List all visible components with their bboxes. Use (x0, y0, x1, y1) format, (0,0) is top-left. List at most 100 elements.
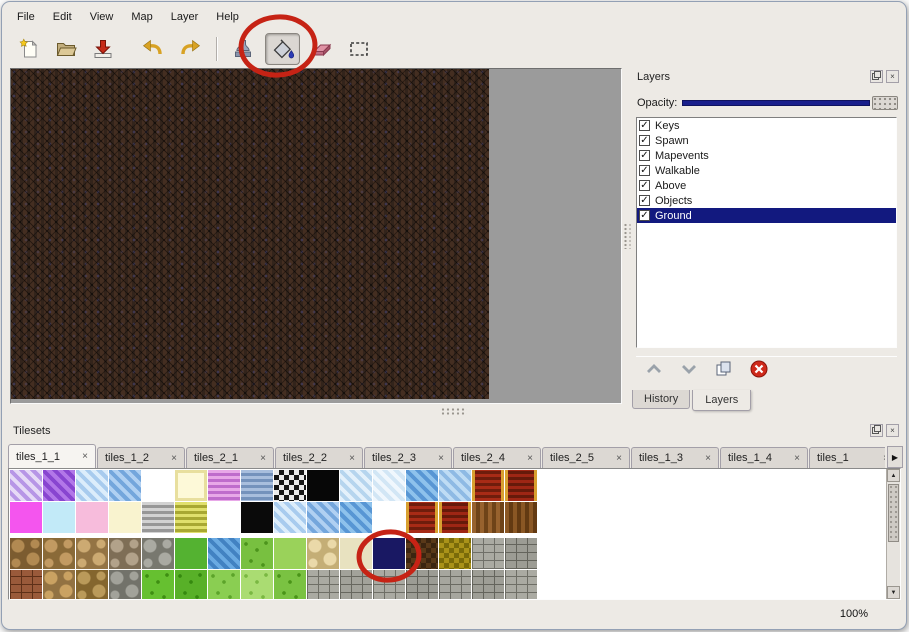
tileset-tab-tiles_2_2[interactable]: tiles_2_2× (275, 447, 363, 468)
tile[interactable] (175, 570, 207, 600)
layer-visibility-checkbox[interactable]: ✓ (639, 165, 650, 176)
tile[interactable] (142, 470, 174, 501)
tab-scroll-right-button[interactable]: ▶ (887, 446, 903, 468)
tileset-vertical-scrollbar[interactable]: ▲ ▼ (886, 469, 900, 599)
menu-item-view[interactable]: View (81, 9, 123, 27)
stamp-tool-button[interactable] (228, 34, 258, 64)
tile[interactable] (76, 502, 108, 533)
layer-row-mapevents[interactable]: ✓Mapevents (637, 148, 896, 163)
delete-layer-button[interactable] (747, 360, 771, 382)
tile[interactable] (142, 570, 174, 600)
tile[interactable] (274, 470, 306, 501)
tile[interactable] (472, 502, 504, 533)
tile[interactable] (505, 538, 537, 569)
move-layer-up-button[interactable] (642, 360, 666, 382)
tile[interactable] (10, 570, 42, 600)
tile[interactable] (10, 538, 42, 569)
tile[interactable] (472, 538, 504, 569)
tile[interactable] (109, 470, 141, 501)
duplicate-layer-button[interactable] (712, 360, 736, 382)
tile[interactable] (373, 502, 405, 533)
tile[interactable] (43, 538, 75, 569)
tile[interactable] (109, 570, 141, 600)
tab-close-icon[interactable]: × (883, 453, 885, 464)
layer-visibility-checkbox[interactable]: ✓ (639, 195, 650, 206)
menu-item-file[interactable]: File (8, 9, 44, 27)
tile[interactable] (307, 538, 339, 569)
tile[interactable] (241, 538, 273, 569)
tile[interactable] (208, 502, 240, 533)
select-tool-button[interactable] (344, 34, 374, 64)
panel-float-button[interactable] (870, 70, 883, 83)
tile[interactable] (142, 502, 174, 533)
tileset-tab-tiles_1[interactable]: tiles_1× (809, 447, 885, 468)
tile[interactable] (340, 570, 372, 600)
tile[interactable] (307, 470, 339, 501)
tile[interactable] (373, 570, 405, 600)
save-file-button[interactable] (88, 34, 118, 64)
layer-visibility-checkbox[interactable]: ✓ (639, 150, 650, 161)
tab-close-icon[interactable]: × (438, 453, 444, 464)
layers-list[interactable]: ✓Keys✓Spawn✓Mapevents✓Walkable✓Above✓Obj… (636, 117, 897, 348)
tile[interactable] (76, 538, 108, 569)
new-file-button[interactable] (14, 34, 44, 64)
tile[interactable] (340, 502, 372, 533)
tile[interactable] (175, 502, 207, 533)
vertical-splitter[interactable] (623, 68, 630, 404)
tile[interactable] (43, 502, 75, 533)
scroll-up-button[interactable]: ▲ (887, 469, 900, 482)
tileset-tab-tiles_2_4[interactable]: tiles_2_4× (453, 447, 541, 468)
tile[interactable] (340, 470, 372, 501)
tileset-tab-tiles_1_1[interactable]: tiles_1_1× (8, 444, 96, 468)
tab-close-icon[interactable]: × (527, 453, 533, 464)
layer-row-keys[interactable]: ✓Keys (637, 118, 896, 133)
layer-row-objects[interactable]: ✓Objects (637, 193, 896, 208)
map-canvas[interactable] (11, 69, 489, 399)
tile[interactable] (274, 570, 306, 600)
tile[interactable] (307, 570, 339, 600)
menu-item-edit[interactable]: Edit (44, 9, 81, 27)
tile[interactable] (142, 538, 174, 569)
scroll-down-button[interactable]: ▼ (887, 586, 900, 599)
layer-visibility-checkbox[interactable]: ✓ (639, 180, 650, 191)
tab-close-icon[interactable]: × (705, 453, 711, 464)
tile[interactable] (373, 470, 405, 501)
panel-float-button[interactable] (870, 424, 883, 437)
tile[interactable] (340, 538, 372, 569)
panel-close-button[interactable]: × (886, 424, 899, 437)
tile[interactable] (109, 538, 141, 569)
panel-tab-history[interactable]: History (632, 390, 690, 409)
tile[interactable] (175, 470, 207, 501)
tile[interactable] (439, 570, 471, 600)
panel-close-button[interactable]: × (886, 70, 899, 83)
tile[interactable] (472, 470, 504, 501)
tile[interactable] (208, 538, 240, 569)
tile[interactable] (241, 502, 273, 533)
tile[interactable] (439, 538, 471, 569)
scrollbar-thumb[interactable] (888, 484, 899, 542)
tile[interactable] (76, 470, 108, 501)
tile[interactable] (406, 502, 438, 533)
tile[interactable] (10, 470, 42, 501)
tile[interactable] (472, 570, 504, 600)
eraser-tool-button[interactable] (307, 34, 337, 64)
tile[interactable] (406, 538, 438, 569)
tile[interactable] (208, 470, 240, 501)
tab-close-icon[interactable]: × (260, 453, 266, 464)
tile[interactable] (241, 570, 273, 600)
tileset-tab-tiles_2_1[interactable]: tiles_2_1× (186, 447, 274, 468)
opacity-slider-handle[interactable] (872, 96, 898, 110)
undo-button[interactable] (138, 34, 168, 64)
layer-visibility-checkbox[interactable]: ✓ (639, 120, 650, 131)
menu-item-layer[interactable]: Layer (162, 9, 208, 27)
menu-item-map[interactable]: Map (122, 9, 161, 27)
layer-visibility-checkbox[interactable]: ✓ (639, 210, 650, 221)
redo-button[interactable] (175, 34, 205, 64)
layer-row-ground[interactable]: ✓Ground (637, 208, 896, 223)
panel-tab-layers[interactable]: Layers (692, 390, 751, 411)
tile[interactable] (406, 570, 438, 600)
tile[interactable] (505, 570, 537, 600)
fill-tool-button[interactable] (265, 33, 300, 65)
menu-item-help[interactable]: Help (207, 9, 248, 27)
tile[interactable] (505, 502, 537, 533)
